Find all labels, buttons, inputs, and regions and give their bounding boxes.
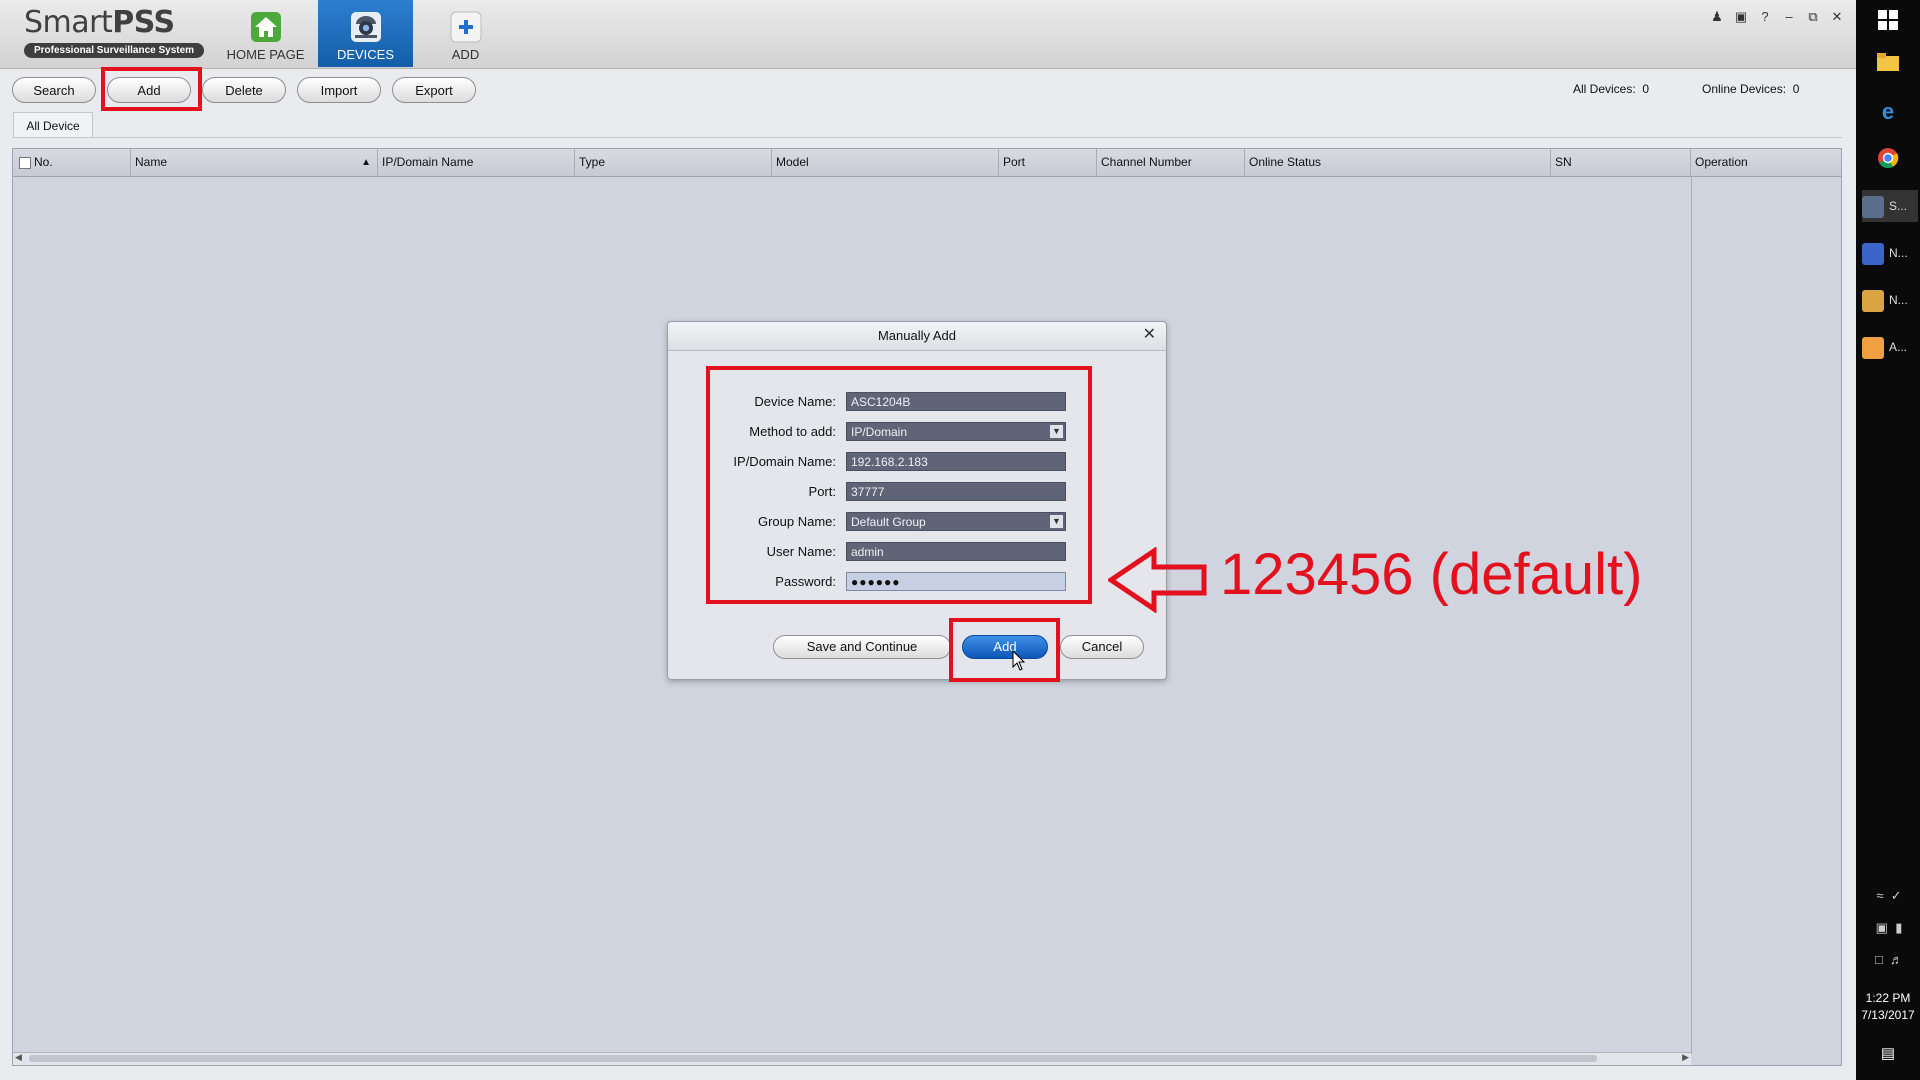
windows-taskbar: e S... N... N... A... ≈ ✓ ▣ ▮ □ ♬ 1:22 P… [1856, 0, 1920, 1080]
col-operation[interactable]: Operation [1691, 149, 1841, 176]
taskbar-app-3[interactable]: N... [1862, 284, 1918, 316]
top-bar: SmartPSS Professional Surveillance Syste… [0, 0, 1856, 69]
scroll-right-icon[interactable]: ▶ [1682, 1052, 1689, 1063]
nav-devices[interactable]: DEVICES [318, 0, 413, 67]
tab-divider [12, 137, 1842, 138]
bluetooth-icon[interactable]: ✓ [1891, 888, 1902, 903]
scroll-left-icon[interactable]: ◀ [15, 1052, 22, 1063]
monitor-icon[interactable]: ▣ [1876, 920, 1888, 935]
app-name: SmartPSS [24, 6, 196, 40]
nav-add[interactable]: ADD [418, 0, 513, 67]
taskbar-app-label: A... [1889, 340, 1908, 354]
user-icon[interactable]: ♟ [1708, 8, 1726, 26]
toolbar: Search Add Delete Import Export [12, 77, 476, 103]
taskbar-app-4[interactable]: A... [1862, 331, 1918, 363]
nav-home-page[interactable]: HOME PAGE [218, 0, 313, 67]
network-app-icon [1862, 289, 1884, 312]
taskbar-app-smartpss[interactable]: S... [1862, 190, 1918, 222]
home-icon [250, 11, 282, 43]
notification-icon[interactable]: ▤ [1876, 1042, 1900, 1066]
table-header: No. Name ▲ IP/Domain Name Type Model Port… [13, 149, 1841, 177]
col-port[interactable]: Port [999, 149, 1097, 176]
minimize-icon[interactable]: – [1780, 8, 1798, 26]
smartpss-app-icon [1862, 195, 1884, 218]
nav-devices-label: DEVICES [336, 47, 395, 62]
help-icon[interactable]: ? [1756, 8, 1774, 26]
delete-button[interactable]: Delete [202, 77, 286, 103]
export-button[interactable]: Export [392, 77, 476, 103]
nav-add-label: ADD [451, 47, 480, 62]
camera-icon [350, 11, 382, 43]
taskbar-app-label: N... [1889, 293, 1908, 307]
app-logo: SmartPSS Professional Surveillance Syste… [24, 6, 205, 58]
col-name[interactable]: Name ▲ [131, 149, 378, 176]
battery-icon[interactable]: ▮ [1895, 920, 1902, 935]
dialog-cancel-button[interactable]: Cancel [1060, 635, 1144, 659]
close-icon[interactable]: ✕ [1828, 8, 1846, 26]
online-devices-count: Online Devices: 0 [1702, 82, 1799, 96]
dialog-title: Manually Add [668, 322, 1166, 351]
window-controls: ♟ ▣ ? – ⧉ ✕ [1708, 8, 1846, 26]
save-and-continue-button[interactable]: Save and Continue [773, 635, 951, 659]
horizontal-scrollbar[interactable]: ◀ ▶ [13, 1052, 1691, 1065]
sort-ascending-icon: ▲ [361, 157, 371, 168]
network-app-icon [1862, 242, 1884, 265]
online-devices-value: 0 [1792, 82, 1800, 96]
taskbar-clock[interactable]: 1:22 PM 7/13/2017 [1858, 990, 1918, 1024]
document-app-icon [1862, 336, 1884, 359]
col-name-label: Name [135, 155, 168, 169]
mouse-cursor-icon [1012, 650, 1026, 671]
dialog-close-icon[interactable]: ✕ [1143, 325, 1156, 345]
tab-all-device[interactable]: All Device [13, 112, 93, 138]
search-button[interactable]: Search [12, 77, 96, 103]
tray-row-2: ▣ ▮ [1866, 920, 1912, 936]
col-no-label: No. [34, 155, 53, 169]
clock-date: 7/13/2017 [1861, 1008, 1915, 1022]
volume-muted-icon[interactable]: ♬ [1890, 952, 1903, 967]
all-devices-label: All Devices: [1573, 82, 1636, 96]
col-model[interactable]: Model [772, 149, 999, 176]
select-all-checkbox[interactable] [19, 156, 31, 169]
annotation-arrow-icon [1108, 547, 1207, 613]
col-no[interactable]: No. [13, 149, 131, 176]
clock-time: 1:22 PM [1865, 991, 1911, 1005]
internet-explorer-icon[interactable]: e [1876, 100, 1900, 124]
app-name-bold: PSS [112, 5, 175, 40]
all-devices-value: 0 [1642, 82, 1650, 96]
highlight-dialog-add [949, 618, 1060, 682]
file-explorer-icon[interactable] [1876, 53, 1900, 77]
display-icon[interactable]: □ [1875, 952, 1883, 967]
windows-start-icon[interactable] [1876, 10, 1900, 34]
col-channel-number[interactable]: Channel Number [1097, 149, 1245, 176]
highlight-form-fields [706, 366, 1092, 604]
col-sn[interactable]: SN [1551, 149, 1691, 176]
highlight-add-button [101, 67, 202, 111]
import-button[interactable]: Import [297, 77, 381, 103]
network-icon[interactable]: ≈ [1876, 888, 1883, 903]
app-name-light: Smart [24, 5, 113, 40]
plus-icon [450, 11, 482, 43]
scrollbar-thumb[interactable] [29, 1055, 1597, 1062]
tray-row-1: ≈ ✓ [1866, 888, 1912, 904]
col-online-status[interactable]: Online Status [1245, 149, 1551, 176]
all-devices-count: All Devices: 0 [1573, 82, 1649, 96]
password-annotation: 123456 (default) [1220, 542, 1643, 607]
tray-row-3: □ ♬ [1866, 952, 1912, 967]
col-type[interactable]: Type [575, 149, 772, 176]
restore-icon[interactable]: ⧉ [1804, 8, 1822, 26]
online-devices-label: Online Devices: [1702, 82, 1787, 96]
taskbar-app-label: N... [1889, 246, 1908, 260]
app-subtitle: Professional Surveillance System [24, 43, 205, 58]
col-ip[interactable]: IP/Domain Name [378, 149, 575, 176]
taskbar-app-label: S... [1889, 199, 1908, 213]
lock-icon[interactable]: ▣ [1732, 8, 1750, 26]
nav-home-label: HOME PAGE [226, 47, 305, 62]
chrome-icon[interactable] [1876, 147, 1900, 171]
operation-column-divider [1691, 176, 1692, 1054]
smartpss-window: SmartPSS Professional Surveillance Syste… [0, 0, 1856, 1080]
taskbar-app-2[interactable]: N... [1862, 237, 1918, 269]
